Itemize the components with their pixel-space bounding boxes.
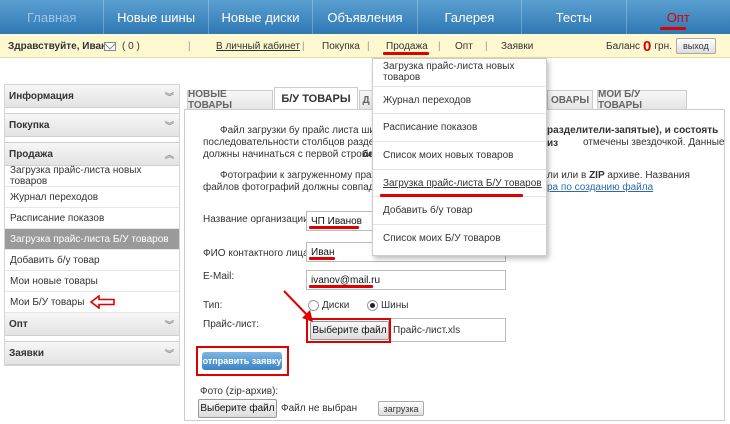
- info-text: отмечены звездочкой. Данные: [583, 137, 725, 148]
- dropdown-item-upload-new[interactable]: Загрузка прайс-листа новых товаров: [373, 59, 546, 87]
- sidebar-section-sale[interactable]: Продажа ︽: [5, 143, 179, 166]
- photo-choose-file-button[interactable]: Выберите файл: [198, 399, 277, 418]
- separator: |: [485, 40, 488, 52]
- info-text-zip: ZIP: [589, 170, 605, 181]
- email-label: E-Mail:: [203, 271, 235, 282]
- nav-item-ads[interactable]: Объявления: [313, 0, 418, 34]
- exit-wrap: выход: [676, 34, 716, 58]
- info-text: последовательности столбцов разделе: [203, 137, 386, 148]
- sale-dropdown-menu: Загрузка прайс-листа новых товаров Журна…: [372, 58, 547, 256]
- nav-item-tests[interactable]: Тесты: [522, 0, 627, 34]
- sidebar-item-journal[interactable]: Журнал переходов: [5, 187, 179, 208]
- dropdown-item-my-new[interactable]: Список моих новых товаров: [373, 142, 546, 170]
- separator: |: [188, 40, 191, 52]
- radio-tires-label: Шины: [381, 300, 409, 311]
- separator: |: [367, 40, 370, 52]
- info-text: должны начинаться с первой строки: [203, 149, 372, 160]
- dropdown-item-schedule[interactable]: Расписание показов: [373, 114, 546, 143]
- nav-item-new-disks[interactable]: Новые диски: [209, 0, 314, 34]
- price-file-name: Прайс-лист.xls: [393, 325, 461, 336]
- user-greeting: Здравствуйте, Иван: [8, 40, 108, 52]
- tab-my-new-goods[interactable]: ОВАРЫ: [547, 90, 593, 109]
- mail-icon: [104, 41, 116, 51]
- sidebar-section-label: Продажа: [9, 148, 53, 160]
- info-text: Фотографии к загруженному прайс л: [220, 170, 391, 181]
- dropdown-underline-annotation: [380, 194, 523, 197]
- sidebar-item-upload-used[interactable]: Загрузка прайс-листа Б/У товаров: [5, 229, 179, 250]
- cabinet-link[interactable]: В личный кабинет: [216, 34, 300, 58]
- org-label: Название организации:: [203, 214, 312, 225]
- wholesale-underline-annotation: [660, 27, 686, 30]
- info-text: ли или в ZIP архиве. Названия: [547, 170, 690, 183]
- info-text: Файл загрузки бу прайс листа шин и: [220, 125, 389, 136]
- red-arrow-annotation: [90, 295, 116, 309]
- exit-button[interactable]: выход: [676, 38, 716, 54]
- userbar-link-purchase[interactable]: Покупка: [322, 34, 360, 58]
- dropdown-item-my-used[interactable]: Список моих Б/У товаров: [373, 225, 546, 253]
- main-navigation: Главная Новые шины Новые диски Объявлени…: [0, 0, 730, 34]
- balance-value: 0: [643, 37, 652, 55]
- separator: |: [302, 40, 305, 52]
- balance: Баланс 0 грн.: [606, 34, 672, 58]
- sidebar-section-label: Заявки: [9, 347, 44, 359]
- radio-tires[interactable]: [367, 300, 378, 311]
- dropdown-item-add-used[interactable]: Добавить б/у товар: [373, 197, 546, 226]
- sidebar-item-my-used[interactable]: Мои Б/У товары: [5, 292, 179, 313]
- tab-used-goods[interactable]: Б/У ТОВАРЫ: [274, 87, 358, 109]
- sidebar-section-wholesale[interactable]: Опт ︾: [5, 313, 179, 336]
- sidebar-section-label: Информация: [9, 90, 74, 102]
- sidebar-item-label: Мои Б/У товары: [10, 296, 85, 308]
- sidebar-section-purchase[interactable]: Покупка ︾: [5, 114, 179, 137]
- chevron-down-icon: ︾: [164, 120, 174, 131]
- sidebar-item-my-new[interactable]: Мои новые товары: [5, 271, 179, 292]
- contact-underline-annotation: [309, 257, 335, 260]
- org-underline-annotation: [309, 226, 359, 229]
- userbar-link-requests[interactable]: Заявки: [501, 34, 533, 58]
- red-arrow-annotation: [283, 290, 313, 322]
- submit-highlight-annotation: [196, 346, 289, 376]
- sidebar-section-info[interactable]: Информация ︾: [5, 85, 179, 108]
- chevron-up-icon: ︽: [164, 149, 174, 160]
- sidebar-item-schedule[interactable]: Расписание показов: [5, 208, 179, 229]
- balance-unit: грн.: [654, 40, 672, 52]
- info-text-part: архиве. Названия: [607, 170, 690, 181]
- info-text-part: ли или в: [547, 170, 587, 181]
- tab-new-goods[interactable]: НОВЫЕ ТОВАРЫ: [187, 89, 273, 111]
- dropdown-item-journal[interactable]: Журнал переходов: [373, 87, 546, 115]
- upload-button[interactable]: загрузка: [378, 401, 424, 416]
- chevron-down-icon: ︾: [164, 348, 174, 359]
- file-instructions-link[interactable]: ра по созданию файла: [547, 182, 653, 195]
- chevron-down-icon: ︾: [164, 319, 174, 330]
- type-label: Тип:: [203, 300, 223, 311]
- separator: |: [438, 40, 441, 52]
- sidebar-section-label: Покупка: [9, 119, 50, 131]
- mail-count: ( 0 ): [122, 40, 140, 52]
- tab-hidden[interactable]: Д: [359, 90, 373, 109]
- nav-item-new-tires[interactable]: Новые шины: [104, 0, 209, 34]
- tab-my-used-goods[interactable]: МОИ Б/У ТОВАРЫ: [597, 89, 687, 111]
- sidebar-item-upload-new[interactable]: Загрузка прайс-листа новых товаров: [5, 165, 179, 187]
- chevron-down-icon: ︾: [164, 91, 174, 102]
- radio-disks-label: Диски: [322, 300, 350, 311]
- photo-label: Фото (zip-архив):: [200, 386, 279, 397]
- sidebar-item-add-used[interactable]: Добавить б/у товар: [5, 250, 179, 271]
- sidebar-section-requests[interactable]: Заявки ︾: [5, 342, 179, 365]
- sale-underline-annotation: [383, 52, 429, 55]
- sidebar: Информация ︾ Покупка ︾ Продажа ︽ Загрузк…: [4, 84, 180, 366]
- messages-link[interactable]: ( 0 ): [104, 34, 140, 58]
- balance-label: Баланс: [606, 40, 641, 52]
- nav-item-home[interactable]: Главная: [0, 0, 105, 34]
- userbar-link-wholesale[interactable]: Опт: [455, 34, 473, 58]
- nav-item-gallery[interactable]: Галерея: [418, 0, 523, 34]
- photo-file-name: Файл не выбран: [281, 403, 358, 414]
- info-text: файлов фотографий должны совпадать: [203, 182, 390, 193]
- price-label: Прайс-лист:: [203, 319, 260, 330]
- user-bar: Здравствуйте, Иван ( 0 ) | В личный каби…: [0, 34, 730, 58]
- sidebar-section-label: Опт: [9, 318, 28, 330]
- contact-label: ФИО контактного лица:: [203, 248, 312, 259]
